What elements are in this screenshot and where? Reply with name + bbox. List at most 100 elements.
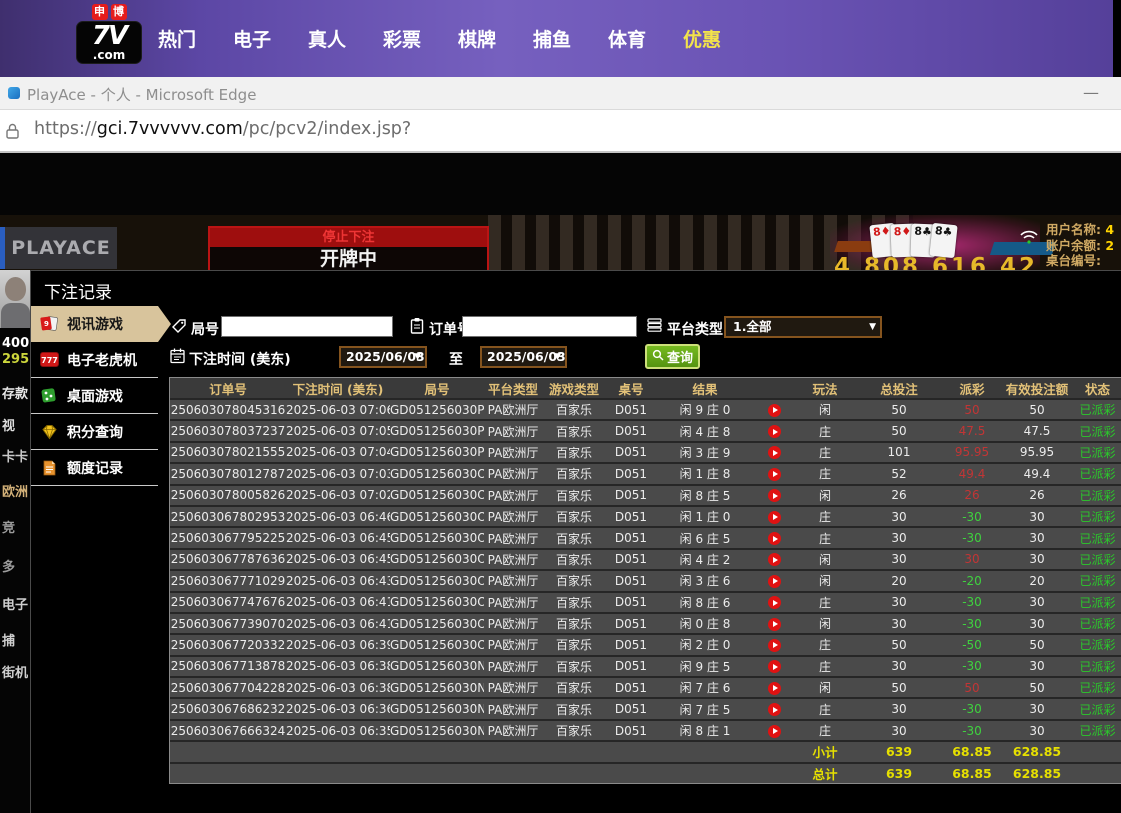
cell-game-type: 百家乐 [542, 679, 606, 696]
cell-status: 已派彩 [1072, 658, 1121, 675]
cell-table-no: D051 [606, 595, 656, 609]
user-id-partial: 4003 [2, 336, 30, 351]
menu-partial-4[interactable]: 捕 [2, 630, 15, 649]
cell-payout: 95.95 [942, 445, 1002, 459]
video-link-partial[interactable]: 视 [2, 415, 15, 434]
game-status-box: 停止下注 开牌中 [208, 226, 489, 270]
cell-replay [754, 724, 794, 738]
cell-result: 闲 1 庄 8 [656, 465, 754, 482]
play-button[interactable] [768, 532, 781, 545]
cell-round-no: GD051256030O3 [390, 595, 484, 609]
minimize-button[interactable]: — [1075, 81, 1107, 104]
cell-game-type: 百家乐 [542, 444, 606, 461]
cell-game-type: 百家乐 [542, 636, 606, 653]
round-no-input[interactable] [221, 316, 393, 337]
menu-partial-5[interactable]: 街机 [2, 662, 28, 681]
cell-table-no: D051 [606, 488, 656, 502]
gem-icon [40, 423, 59, 441]
sidebar-item-video-games[interactable]: 9 视讯游戏 [31, 306, 158, 342]
sidebar-item-slots[interactable]: 777 电子老虎机 [31, 342, 158, 378]
platform-select[interactable]: 1.全部 ▼ [724, 316, 882, 338]
nav-item-fishing[interactable]: 捕鱼 [533, 25, 571, 52]
playace-logo: PLAYACE [5, 227, 117, 269]
col-header-platform: 平台类型 [484, 379, 542, 398]
menu-partial-2[interactable]: 多 [2, 556, 15, 575]
play-button[interactable] [768, 725, 781, 738]
cell-game-type: 百家乐 [542, 658, 606, 675]
nav-item-hot[interactable]: 热门 [158, 25, 196, 52]
cell-result: 闲 3 庄 9 [656, 444, 754, 461]
menu-partial-1[interactable]: 竞 [2, 517, 15, 536]
site-logo[interactable]: 申 博 7V .com [76, 4, 142, 64]
play-button[interactable] [768, 553, 781, 566]
card-link-partial[interactable]: 卡卡 [2, 446, 28, 465]
logo-badge-left: 申 [92, 4, 108, 20]
slot-machine-icon: 777 [40, 352, 59, 367]
cell-table-no: D051 [606, 467, 656, 481]
cell-status: 已派彩 [1072, 465, 1121, 482]
cell-payout: -20 [942, 574, 1002, 588]
menu-partial-3[interactable]: 电子 [2, 594, 28, 613]
cell-valid-bet: 30 [1002, 617, 1072, 631]
cell-valid-bet: 50 [1002, 681, 1072, 695]
cell-valid-bet: 30 [1002, 702, 1072, 716]
sidebar-item-table-games[interactable]: 桌面游戏 [31, 378, 158, 414]
sidebar-item-points[interactable]: 积分查询 [31, 414, 158, 450]
cell-platform: PA欧洲厅 [484, 530, 542, 547]
europe-hall-partial[interactable]: 欧洲 [2, 481, 28, 500]
table-row: 250603078037237 2025-06-03 07:05:28 GD05… [170, 421, 1121, 442]
cell-play-type: 庄 [794, 423, 856, 440]
lock-icon[interactable] [3, 122, 21, 144]
play-button[interactable] [768, 446, 781, 459]
sidebar-item-quota-records[interactable]: 额度记录 [31, 450, 158, 486]
deposit-link-partial[interactable]: 存款 [2, 383, 28, 402]
play-button[interactable] [768, 703, 781, 716]
cell-table-no: D051 [606, 702, 656, 716]
cell-game-type: 百家乐 [542, 551, 606, 568]
cell-platform: PA欧洲厅 [484, 465, 542, 482]
col-header-table-no: 桌号 [606, 379, 656, 398]
date-from-select[interactable]: 2025/06/03 ▼ [339, 346, 427, 368]
cell-result: 闲 8 庄 6 [656, 594, 754, 611]
nav-item-promos[interactable]: 优惠 [683, 25, 721, 52]
to-label: 至 [449, 349, 463, 369]
cell-replay [754, 445, 794, 459]
account-balance: 账户余额: 2 [1046, 238, 1121, 254]
play-button[interactable] [768, 511, 781, 524]
cell-replay [754, 638, 794, 652]
play-button[interactable] [768, 660, 781, 673]
order-no-input[interactable] [462, 316, 637, 337]
cell-total-bet: 52 [856, 467, 942, 481]
col-header-payout: 派彩 [942, 379, 1002, 398]
cell-game-type: 百家乐 [542, 508, 606, 525]
play-button[interactable] [768, 425, 781, 438]
play-button[interactable] [768, 618, 781, 631]
table-row: 250603078012787 2025-06-03 07:03:31 GD05… [170, 464, 1121, 485]
nav-item-boardgames[interactable]: 棋牌 [458, 25, 496, 52]
search-button[interactable]: 查询 [645, 344, 700, 369]
play-button[interactable] [768, 575, 781, 588]
table-row: 250603067802953 2025-06-03 06:46:27 GD05… [170, 507, 1121, 528]
play-button[interactable] [768, 682, 781, 695]
nav-item-slots[interactable]: 电子 [233, 25, 271, 52]
cell-play-type: 闲 [794, 551, 856, 568]
cell-play-type: 庄 [794, 636, 856, 653]
cell-platform: PA欧洲厅 [484, 636, 542, 653]
nav-item-sports[interactable]: 体育 [608, 25, 646, 52]
platform-select-value: 1.全部 [733, 319, 771, 334]
url-text[interactable]: https://gci.7vvvvvv.com/pc/pcv2/index.js… [34, 119, 411, 139]
play-button[interactable] [768, 489, 781, 502]
cell-bet-time: 2025-06-03 07:05:28 [286, 424, 390, 438]
date-to-select[interactable]: 2025/06/03 ▼ [480, 346, 567, 368]
nav-item-lottery[interactable]: 彩票 [383, 25, 421, 52]
play-button[interactable] [768, 404, 781, 417]
nav-item-live[interactable]: 真人 [308, 25, 346, 52]
cell-table-no: D051 [606, 510, 656, 524]
play-button[interactable] [768, 596, 781, 609]
subtotal-row: 小计 639 68.85 628.85 [170, 742, 1121, 763]
table-body: 250603078045316 2025-06-03 07:06:07 GD05… [170, 400, 1121, 742]
cell-result: 闲 8 庄 1 [656, 722, 754, 739]
play-button[interactable] [768, 468, 781, 481]
play-button[interactable] [768, 639, 781, 652]
cell-payout: 49.4 [942, 467, 1002, 481]
